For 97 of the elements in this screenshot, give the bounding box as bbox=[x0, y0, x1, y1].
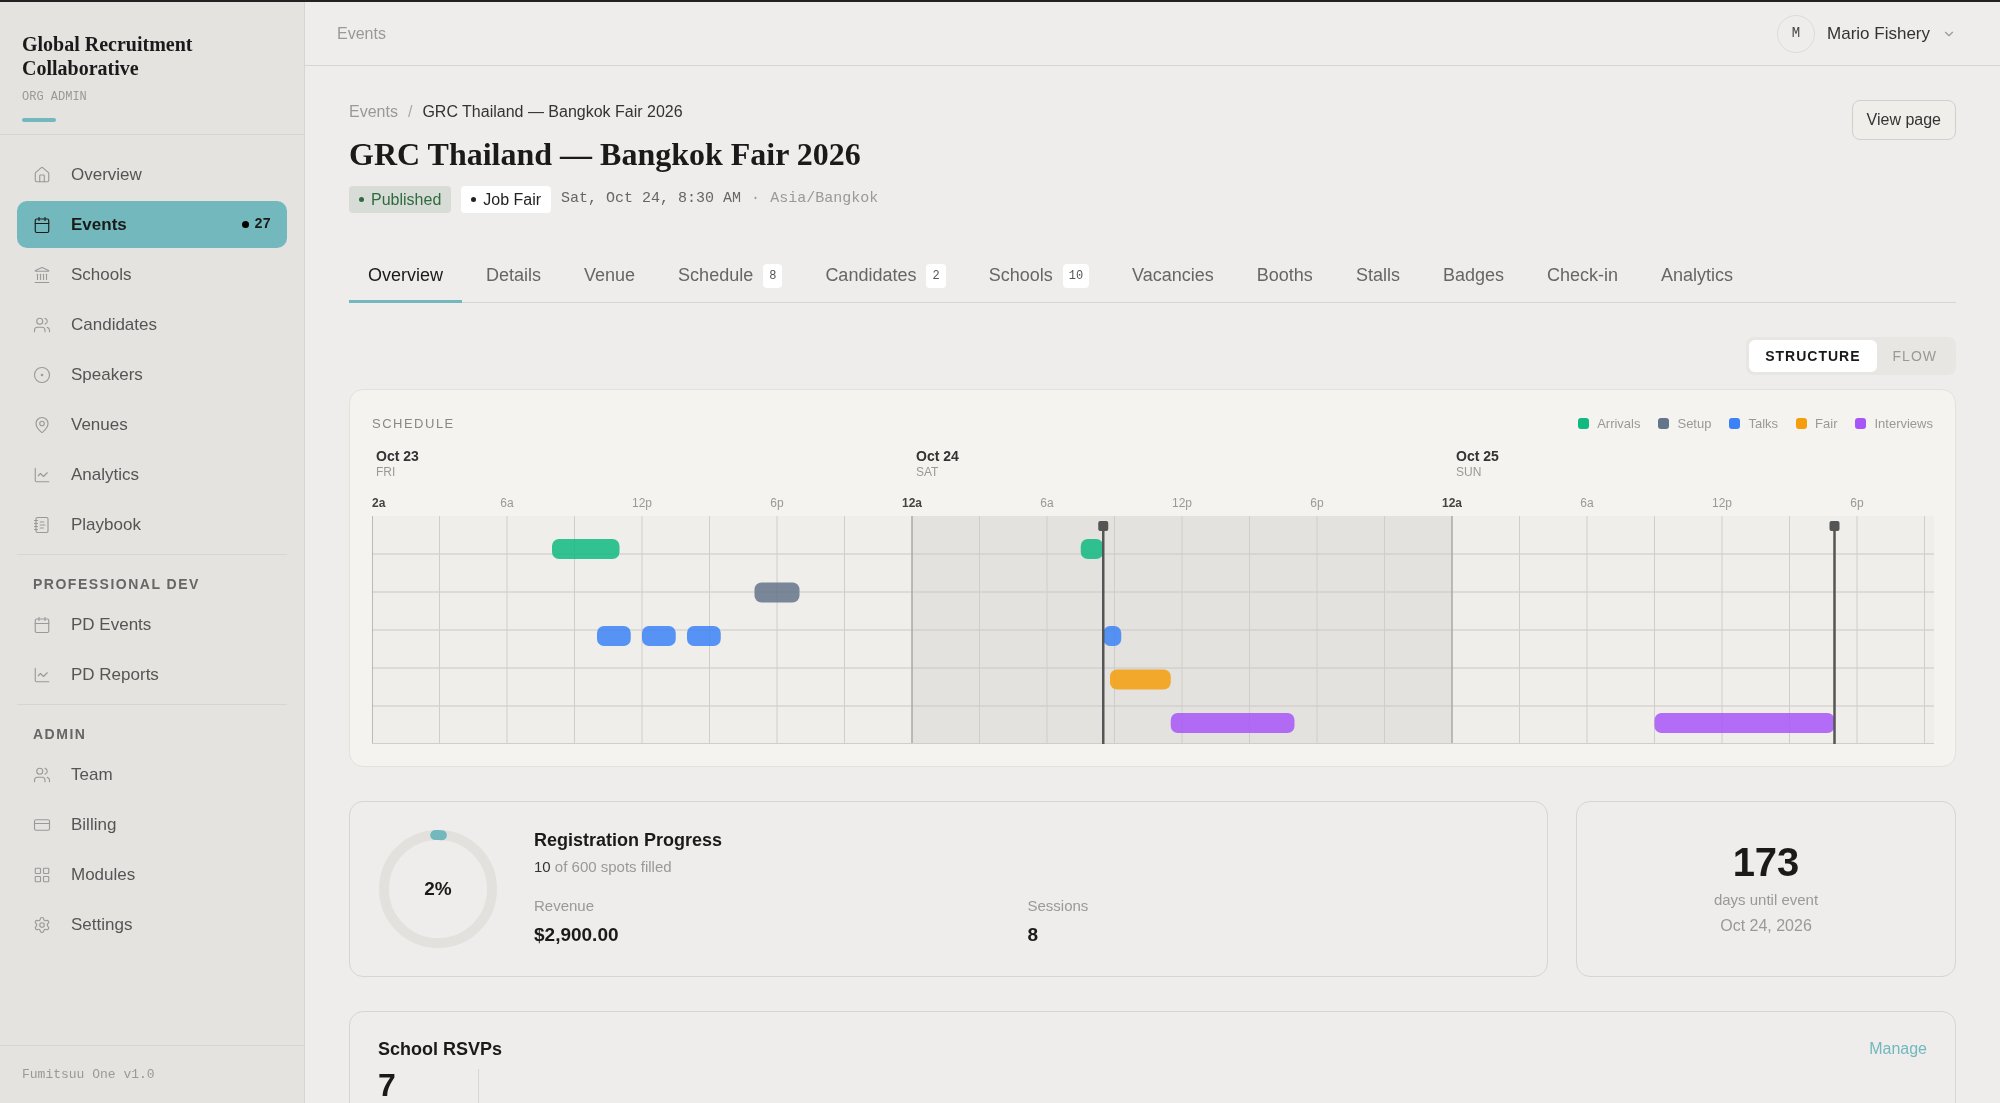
calendar-icon bbox=[33, 615, 51, 634]
legend-label: Arrivals bbox=[1597, 415, 1641, 433]
time-tick: 6p bbox=[1850, 494, 1864, 512]
legend-label: Talks bbox=[1748, 415, 1779, 433]
stat-label: Sessions bbox=[1027, 895, 1090, 916]
date-separator: · bbox=[751, 189, 761, 210]
event-date: Sat, Oct 24, 8:30 AM bbox=[561, 189, 742, 210]
tab[interactable]: Details bbox=[467, 251, 561, 303]
home-icon bbox=[33, 165, 51, 184]
day-weekday: SUN bbox=[1456, 464, 1483, 479]
day-weekday: FRI bbox=[376, 464, 397, 479]
nav-item[interactable]: Billing bbox=[17, 801, 287, 848]
days-label: days until event bbox=[1713, 890, 1819, 911]
version-label: Fumitsuu One v1.0 bbox=[22, 1065, 155, 1084]
day-weekday: SAT bbox=[916, 464, 940, 479]
nav-item[interactable]: Analytics bbox=[17, 451, 287, 498]
role-label: ORG ADMIN bbox=[22, 89, 88, 106]
users-icon bbox=[33, 765, 51, 784]
time-tick: 12a bbox=[902, 494, 922, 512]
progress-percent: 2% bbox=[424, 877, 452, 900]
time-tick: 12p bbox=[1172, 494, 1192, 512]
tab[interactable]: Booths bbox=[1237, 251, 1332, 303]
stat-value: $2,900.00 bbox=[534, 923, 620, 948]
days-count: 173 bbox=[1732, 839, 1800, 886]
nav-item[interactable]: Candidates bbox=[17, 301, 287, 348]
tab[interactable]: Venue bbox=[565, 251, 655, 303]
tab[interactable]: Overview bbox=[349, 251, 462, 303]
spots-filled: 10 of 600 spots filled bbox=[534, 857, 673, 878]
nav-item[interactable]: Playbook bbox=[17, 501, 287, 548]
tab-count: 2 bbox=[926, 263, 946, 288]
time-tick: 6p bbox=[770, 494, 784, 512]
tab[interactable]: Stalls bbox=[1336, 251, 1419, 303]
stat-value: 8 bbox=[1027, 923, 1040, 948]
time-tick: 6p bbox=[1310, 494, 1324, 512]
settings-icon bbox=[33, 915, 51, 934]
type-badge: Job Fair bbox=[461, 186, 552, 213]
event-day: Oct 24, 2026 bbox=[1720, 913, 1812, 938]
nav-item[interactable]: PD Events bbox=[17, 601, 287, 648]
accent-bar bbox=[22, 118, 56, 122]
event-count: 27 bbox=[242, 214, 271, 235]
line-chart-icon bbox=[33, 465, 51, 484]
building-icon bbox=[33, 265, 51, 284]
rsvp-title: School RSVPs bbox=[378, 1037, 503, 1061]
header-section: Events bbox=[337, 21, 386, 46]
section-heading: ADMIN bbox=[32, 725, 88, 744]
tab[interactable]: Candidates 2 bbox=[806, 251, 965, 303]
day-date: Oct 25 bbox=[1456, 447, 1499, 465]
org-name: Global Recruitment Collaborative bbox=[22, 32, 194, 80]
tab[interactable]: Check-in bbox=[1527, 251, 1637, 303]
map-pin-icon bbox=[33, 415, 51, 434]
day-date: Oct 24 bbox=[916, 447, 959, 465]
view-page-button[interactable]: View page bbox=[1851, 100, 1956, 140]
tab[interactable]: Analytics bbox=[1642, 251, 1752, 303]
legend-label: Interviews bbox=[1874, 415, 1933, 433]
breadcrumb-separator: / bbox=[407, 102, 413, 122]
tab[interactable]: Schedule 8 bbox=[659, 251, 802, 303]
time-tick: 12a bbox=[1442, 494, 1462, 512]
nav-item[interactable]: Modules bbox=[17, 851, 287, 898]
schedule-title: SCHEDULE bbox=[372, 415, 455, 433]
nav-item[interactable]: Venues bbox=[17, 401, 287, 448]
tab[interactable]: Vacancies bbox=[1113, 251, 1233, 303]
tab[interactable]: Schools 10 bbox=[969, 251, 1109, 303]
day-date: Oct 23 bbox=[376, 447, 419, 465]
breadcrumb-current: GRC Thailand — Bangkok Fair 2026 bbox=[422, 102, 683, 122]
time-tick: 12p bbox=[632, 494, 652, 512]
notebook-icon bbox=[33, 515, 51, 534]
nav-item[interactable]: Events 27 bbox=[17, 201, 287, 248]
nav-item[interactable]: Schools bbox=[17, 251, 287, 298]
line-chart-icon bbox=[33, 665, 51, 684]
nav-item[interactable]: Speakers bbox=[17, 351, 287, 398]
registration-title: Registration Progress bbox=[534, 829, 724, 853]
nav-item[interactable]: PD Reports bbox=[17, 651, 287, 698]
calendar-icon bbox=[33, 215, 51, 234]
stat-label: Revenue bbox=[534, 895, 596, 916]
nav-item[interactable]: Team bbox=[17, 751, 287, 798]
grid-icon bbox=[33, 865, 51, 884]
disc-icon bbox=[33, 365, 51, 384]
nav-item[interactable]: Settings bbox=[17, 901, 287, 948]
status-badge: Published bbox=[349, 186, 452, 213]
user-name[interactable]: Mario Fishery bbox=[1827, 20, 1930, 47]
nav-item[interactable]: Overview bbox=[17, 151, 287, 198]
tab[interactable]: Badges bbox=[1423, 251, 1523, 303]
page-title: GRC Thailand — Bangkok Fair 2026 bbox=[349, 135, 862, 174]
legend-label: Setup bbox=[1677, 415, 1712, 433]
event-timezone: Asia/Bangkok bbox=[770, 189, 879, 210]
legend-label: Fair bbox=[1815, 415, 1838, 433]
time-tick: 2a bbox=[372, 494, 386, 512]
toggle-option[interactable]: STRUCTURE bbox=[1749, 340, 1877, 372]
tab-count: 10 bbox=[1062, 263, 1090, 288]
tab-count: 8 bbox=[763, 263, 783, 288]
rsvp-count: 7 bbox=[378, 1068, 397, 1101]
time-tick: 6a bbox=[1580, 494, 1594, 512]
time-tick: 12p bbox=[1712, 494, 1732, 512]
time-tick: 6a bbox=[500, 494, 514, 512]
users-icon bbox=[33, 315, 51, 334]
time-tick: 6a bbox=[1040, 494, 1054, 512]
section-heading: PROFESSIONAL DEV bbox=[32, 575, 201, 594]
